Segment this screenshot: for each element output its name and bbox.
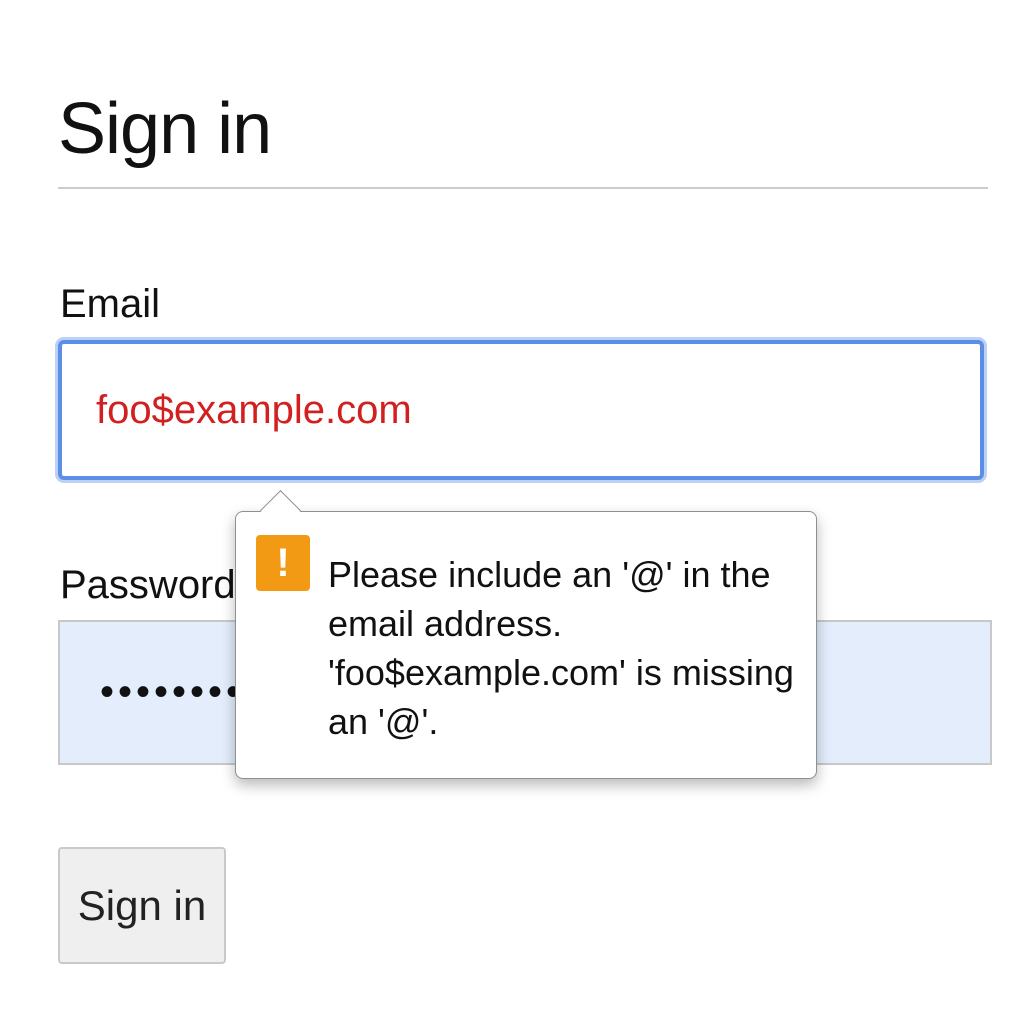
validation-message: Please include an '@' in the email addre… bbox=[328, 554, 794, 742]
sign-in-button[interactable]: Sign in bbox=[58, 847, 226, 964]
email-label: Email bbox=[60, 282, 161, 326]
tooltip-arrow bbox=[259, 489, 302, 532]
title-divider bbox=[58, 187, 988, 189]
sign-in-page: Sign in Email Password Sign in ! Please … bbox=[0, 0, 1024, 1024]
email-field[interactable] bbox=[58, 340, 984, 480]
warning-icon: ! bbox=[256, 535, 310, 591]
page-title: Sign in bbox=[58, 89, 272, 169]
validation-tooltip: ! Please include an '@' in the email add… bbox=[235, 489, 817, 779]
password-label: Password bbox=[60, 563, 236, 607]
